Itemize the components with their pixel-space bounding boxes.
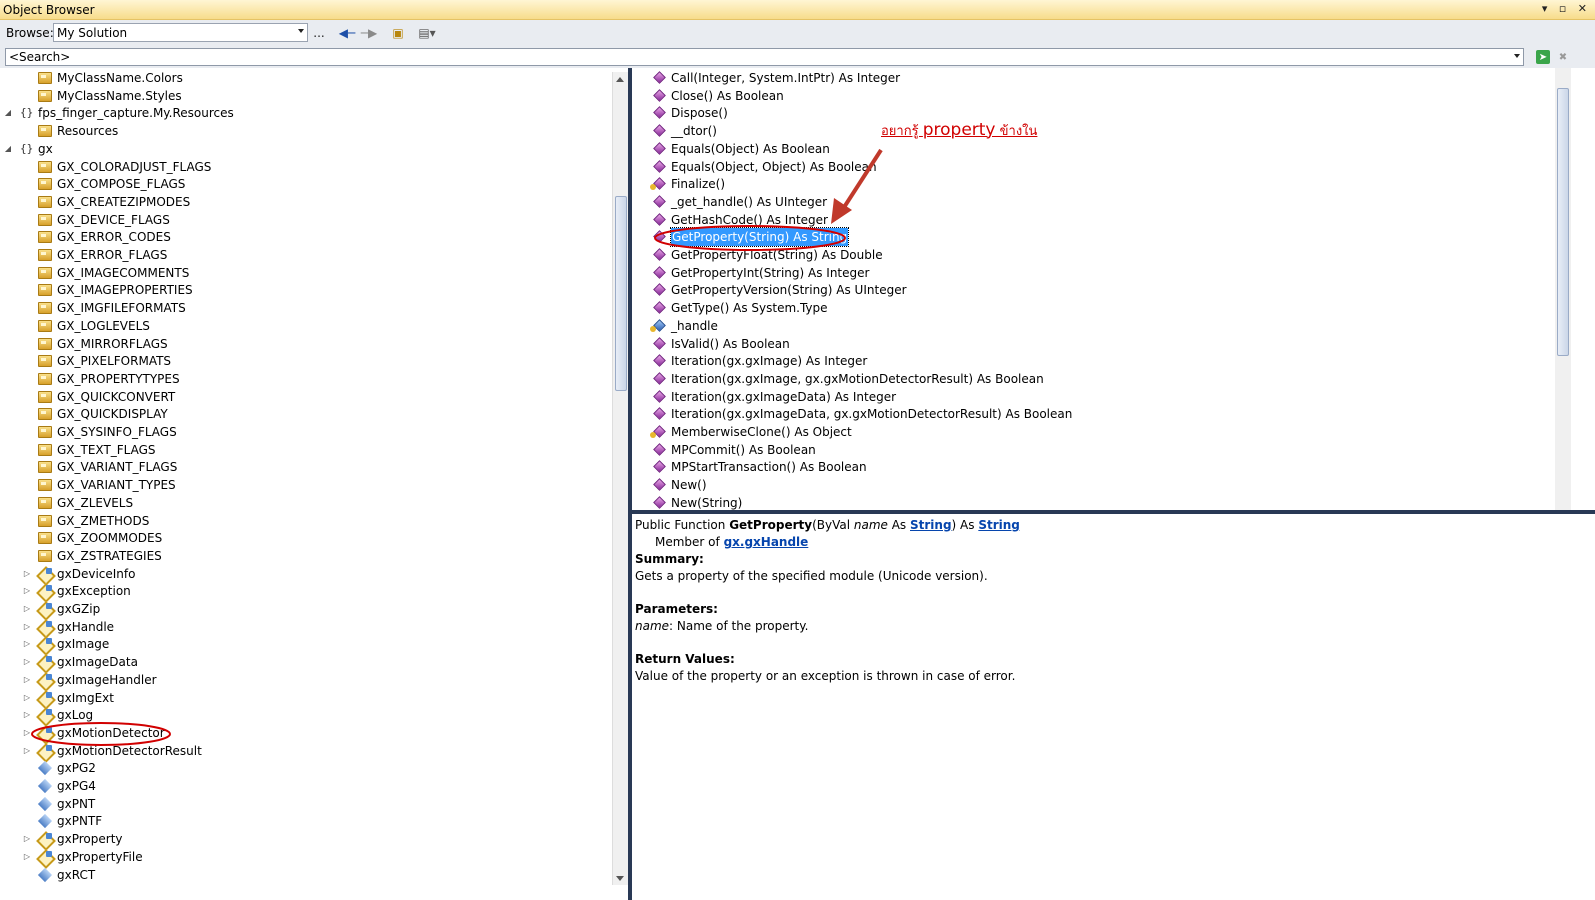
annotation-circle-gxmotiondetector [31,722,171,746]
annotation-overlay [31,148,883,746]
annotation-arrow-line [839,148,883,214]
annotation-circle-getproperty [654,225,846,251]
